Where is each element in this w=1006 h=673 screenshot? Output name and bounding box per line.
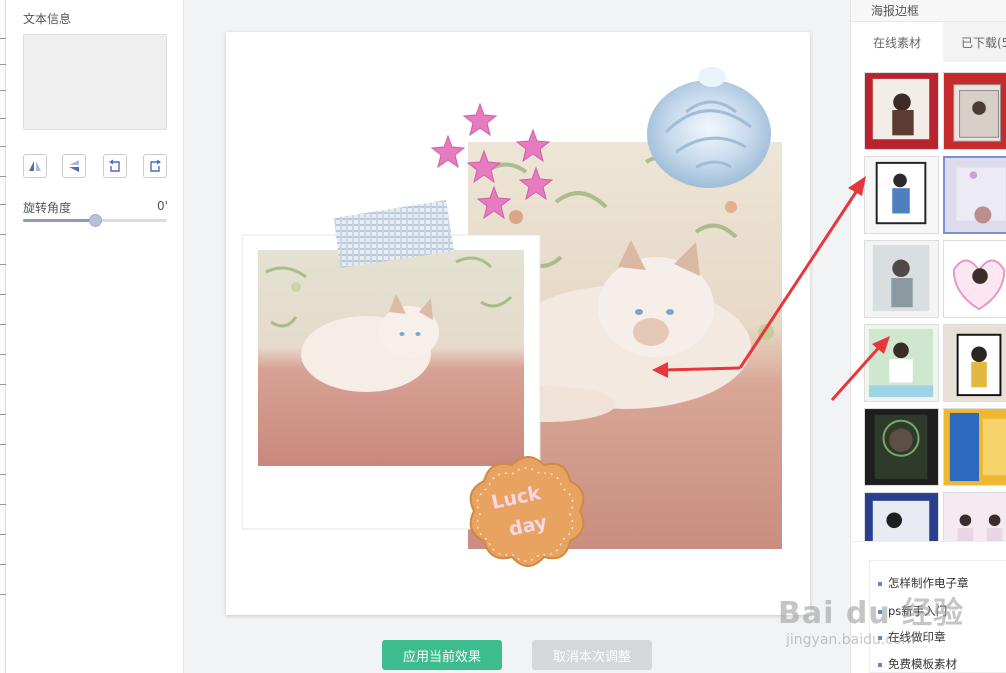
template-thumb[interactable] (943, 492, 1006, 541)
rotation-slider[interactable] (23, 214, 167, 227)
related-link[interactable]: ps新手入门 (878, 603, 947, 619)
flip-horizontal-button[interactable] (23, 154, 47, 178)
related-link[interactable]: 免费模板素材 (878, 656, 957, 672)
template-thumb[interactable] (864, 156, 939, 234)
rotate-left-icon (109, 159, 120, 172)
flip-horizontal-icon (29, 161, 41, 171)
template-grid (851, 62, 1006, 542)
poster-canvas[interactable]: Luck day (226, 32, 810, 615)
rotate-right-button[interactable] (143, 154, 167, 178)
apply-effect-button[interactable]: 应用当前效果 (382, 640, 502, 670)
panel-title: 海报边框 (851, 0, 1006, 22)
template-thumb[interactable] (864, 240, 939, 318)
text-info-input[interactable] (23, 34, 167, 130)
flip-vertical-icon (69, 160, 79, 172)
related-link[interactable]: 怎样制作电子章 (878, 575, 969, 591)
template-thumb[interactable] (943, 408, 1006, 486)
template-thumb[interactable] (943, 240, 1006, 318)
rotation-slider-thumb[interactable] (89, 214, 102, 227)
tab-online-materials[interactable]: 在线素材 (851, 22, 943, 62)
template-thumb[interactable] (943, 324, 1006, 402)
template-thumb[interactable] (943, 72, 1006, 150)
template-thumb[interactable] (864, 408, 939, 486)
luck-day-cookie-icon: Luck day (469, 456, 585, 567)
poster-artwork: Luck day (241, 67, 782, 567)
template-thumb-selected[interactable] (943, 156, 1006, 234)
rotation-slider-fill (23, 219, 95, 222)
rotate-left-button[interactable] (103, 154, 127, 178)
rotation-label: 旋转角度 (23, 201, 72, 215)
text-info-label: 文本信息 (23, 12, 72, 26)
right-panel: 海报边框 在线素材 已下载(5 怎样制作电子章 ps新手入门 在线做印章 免费模… (850, 0, 1006, 673)
template-thumb[interactable] (864, 492, 939, 541)
left-panel: 文本信息 旋转角度 0' (6, 0, 184, 673)
cancel-adjustment-button[interactable]: 取消本次调整 (532, 640, 652, 670)
template-thumb[interactable] (864, 72, 939, 150)
related-links: 怎样制作电子章 ps新手入门 在线做印章 免费模板素材 (869, 560, 1006, 673)
rotation-value: 0' (157, 199, 168, 213)
flip-vertical-button[interactable] (62, 154, 86, 178)
related-link[interactable]: 在线做印章 (878, 629, 946, 645)
template-thumb[interactable] (864, 324, 939, 402)
whipped-cream-icon (647, 67, 771, 188)
tab-downloaded[interactable]: 已下载(5 (943, 22, 1006, 62)
rotate-right-icon (150, 159, 161, 172)
